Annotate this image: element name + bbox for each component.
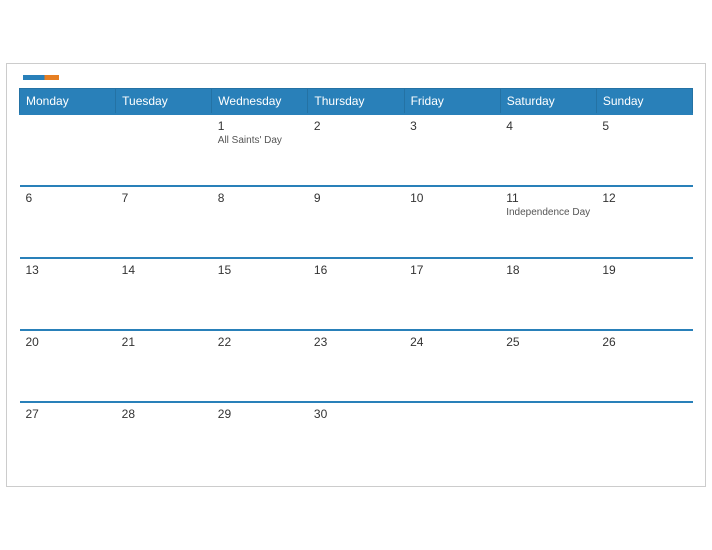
day-cell: 3 bbox=[404, 114, 500, 186]
weekday-header-thursday: Thursday bbox=[308, 89, 404, 115]
day-cell: 9 bbox=[308, 186, 404, 258]
day-number: 10 bbox=[410, 191, 494, 205]
day-number: 25 bbox=[506, 335, 590, 349]
day-cell: 20 bbox=[20, 330, 116, 402]
day-number: 27 bbox=[26, 407, 110, 421]
day-number: 26 bbox=[602, 335, 686, 349]
day-number: 4 bbox=[506, 119, 590, 133]
day-cell: 1 All Saints' Day bbox=[212, 114, 308, 186]
calendar-table: MondayTuesdayWednesdayThursdayFridaySatu… bbox=[19, 88, 693, 474]
week-row-3: 13 14 15 16 17 18 19 bbox=[20, 258, 693, 330]
day-number: 22 bbox=[218, 335, 302, 349]
day-cell: 12 bbox=[596, 186, 692, 258]
day-number: 15 bbox=[218, 263, 302, 277]
day-cell: 23 bbox=[308, 330, 404, 402]
calendar-header bbox=[19, 74, 693, 80]
day-cell: 27 bbox=[20, 402, 116, 474]
day-cell: 26 bbox=[596, 330, 692, 402]
day-cell: 14 bbox=[116, 258, 212, 330]
day-cell: 8 bbox=[212, 186, 308, 258]
holiday-label: Independence Day bbox=[506, 207, 590, 218]
weekday-header-tuesday: Tuesday bbox=[116, 89, 212, 115]
day-cell: 24 bbox=[404, 330, 500, 402]
day-cell: 10 bbox=[404, 186, 500, 258]
day-cell: 11 Independence Day bbox=[500, 186, 596, 258]
day-cell bbox=[404, 402, 500, 474]
day-number: 1 bbox=[218, 119, 302, 133]
day-cell: 16 bbox=[308, 258, 404, 330]
day-number: 8 bbox=[218, 191, 302, 205]
day-cell bbox=[116, 114, 212, 186]
holiday-label: All Saints' Day bbox=[218, 135, 302, 146]
day-cell: 7 bbox=[116, 186, 212, 258]
weekday-header-saturday: Saturday bbox=[500, 89, 596, 115]
day-number: 19 bbox=[602, 263, 686, 277]
day-cell: 21 bbox=[116, 330, 212, 402]
day-number: 20 bbox=[26, 335, 110, 349]
weekday-header-monday: Monday bbox=[20, 89, 116, 115]
day-number: 16 bbox=[314, 263, 398, 277]
day-cell: 22 bbox=[212, 330, 308, 402]
week-row-5: 27 28 29 30 bbox=[20, 402, 693, 474]
logo bbox=[23, 74, 59, 80]
day-number: 3 bbox=[410, 119, 494, 133]
week-row-4: 20 21 22 23 24 25 26 bbox=[20, 330, 693, 402]
logo-bar bbox=[23, 75, 59, 80]
day-cell bbox=[500, 402, 596, 474]
weekday-header-friday: Friday bbox=[404, 89, 500, 115]
day-cell: 6 bbox=[20, 186, 116, 258]
day-cell: 4 bbox=[500, 114, 596, 186]
week-row-2: 6789 10 11 Independence Day 12 bbox=[20, 186, 693, 258]
day-number: 30 bbox=[314, 407, 398, 421]
day-cell: 25 bbox=[500, 330, 596, 402]
day-cell bbox=[20, 114, 116, 186]
day-number: 13 bbox=[26, 263, 110, 277]
weekday-header-wednesday: Wednesday bbox=[212, 89, 308, 115]
day-cell: 15 bbox=[212, 258, 308, 330]
weekday-header-row: MondayTuesdayWednesdayThursdayFridaySatu… bbox=[20, 89, 693, 115]
day-number: 17 bbox=[410, 263, 494, 277]
day-number: 23 bbox=[314, 335, 398, 349]
day-cell: 19 bbox=[596, 258, 692, 330]
day-cell: 29 bbox=[212, 402, 308, 474]
day-number: 28 bbox=[122, 407, 206, 421]
day-cell bbox=[596, 402, 692, 474]
day-number: 2 bbox=[314, 119, 398, 133]
day-cell: 2 bbox=[308, 114, 404, 186]
day-number: 6 bbox=[26, 191, 110, 205]
day-number: 14 bbox=[122, 263, 206, 277]
day-cell: 5 bbox=[596, 114, 692, 186]
day-number: 5 bbox=[602, 119, 686, 133]
day-number: 24 bbox=[410, 335, 494, 349]
day-cell: 17 bbox=[404, 258, 500, 330]
week-row-1: 1 All Saints' Day 2345 bbox=[20, 114, 693, 186]
calendar: MondayTuesdayWednesdayThursdayFridaySatu… bbox=[6, 63, 706, 487]
day-cell: 28 bbox=[116, 402, 212, 474]
day-number: 7 bbox=[122, 191, 206, 205]
day-cell: 30 bbox=[308, 402, 404, 474]
day-cell: 18 bbox=[500, 258, 596, 330]
day-number: 29 bbox=[218, 407, 302, 421]
day-number: 11 bbox=[506, 191, 590, 205]
day-number: 21 bbox=[122, 335, 206, 349]
day-number: 18 bbox=[506, 263, 590, 277]
day-cell: 13 bbox=[20, 258, 116, 330]
day-number: 12 bbox=[602, 191, 686, 205]
weekday-header-sunday: Sunday bbox=[596, 89, 692, 115]
day-number: 9 bbox=[314, 191, 398, 205]
